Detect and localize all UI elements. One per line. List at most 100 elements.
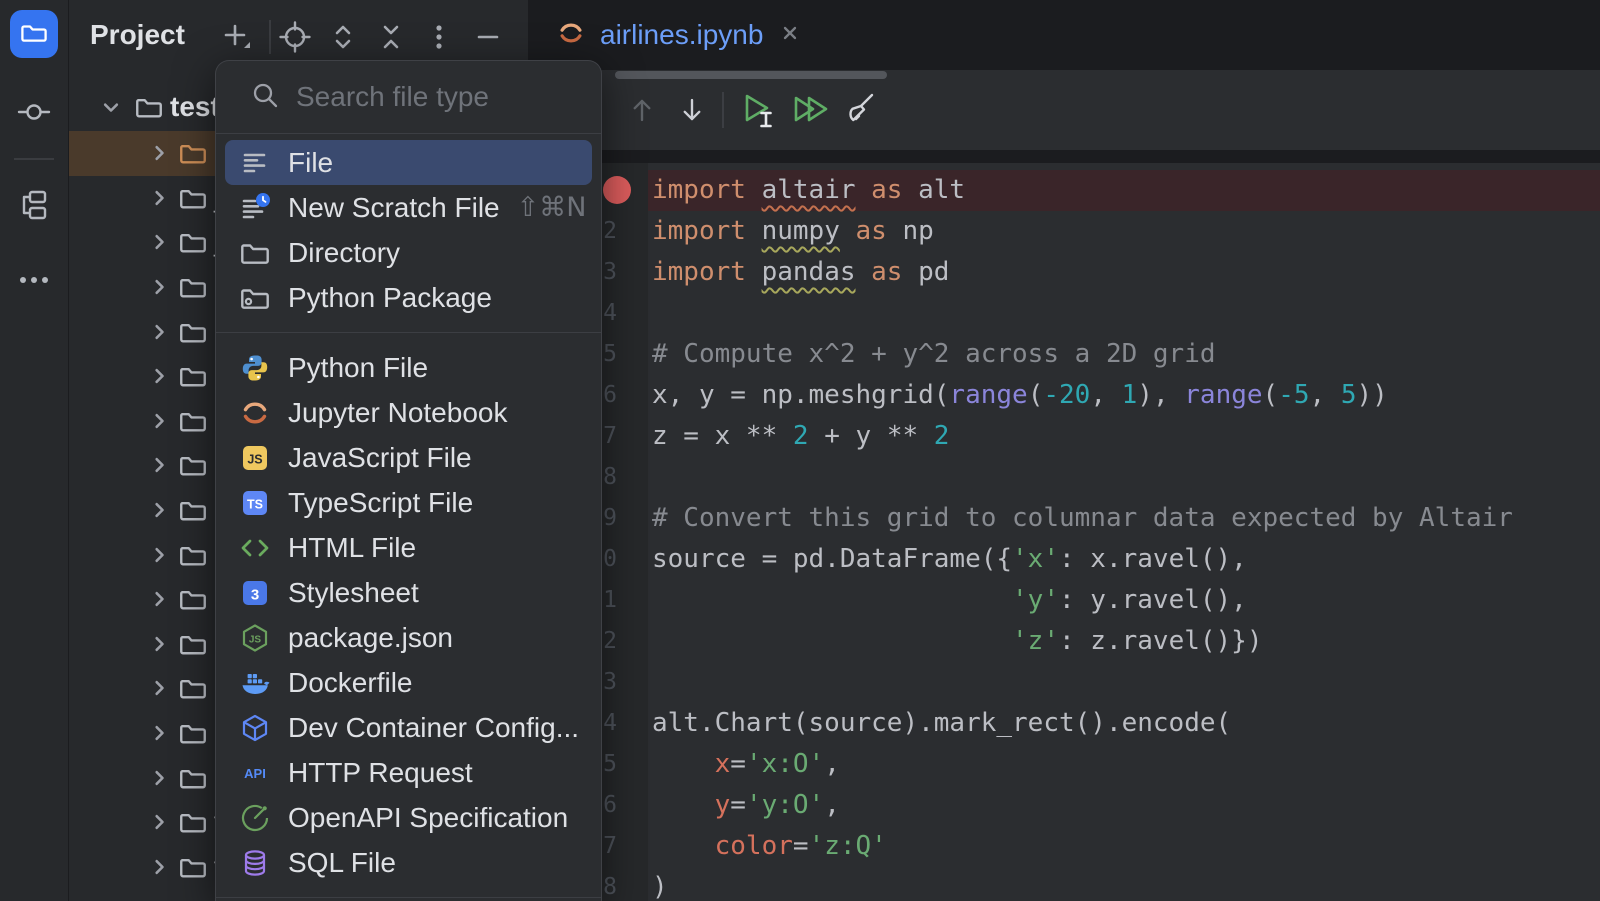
folder-icon	[178, 317, 208, 347]
code-line-14[interactable]: alt.Chart(source).mark_rect().encode(	[652, 703, 1513, 744]
chevron-right-icon[interactable]	[145, 318, 173, 346]
close-tab-icon[interactable]	[777, 20, 803, 51]
folder-icon	[178, 673, 208, 703]
chevron-right-icon[interactable]	[145, 719, 173, 747]
collapse-all-button[interactable]	[372, 18, 410, 56]
menu-item-python-package[interactable]: Python Package	[225, 275, 592, 320]
run-cell-button[interactable]	[736, 88, 780, 132]
menu-item-label: Directory	[288, 237, 400, 269]
chevron-right-icon[interactable]	[145, 184, 173, 212]
project-tool-window-button[interactable]	[10, 10, 58, 58]
folder-icon	[178, 629, 208, 659]
stylesheet-icon: 3	[239, 577, 271, 609]
menu-item-openapi-specification[interactable]: OpenAPI Specification	[225, 795, 592, 840]
menu-item-dev-container-config[interactable]: Dev Container Config...	[225, 705, 592, 750]
openapi-icon	[239, 802, 271, 834]
cell-top-divider	[528, 150, 1600, 163]
code-line-2[interactable]: import numpy as np	[652, 211, 1513, 252]
menu-item-package-json[interactable]: JSpackage.json	[225, 615, 592, 660]
code-lines[interactable]: import altair as altimport numpy as npim…	[652, 170, 1513, 901]
code-line-9[interactable]: # Convert this grid to columnar data exp…	[652, 498, 1513, 539]
clear-outputs-broom-button[interactable]	[836, 88, 880, 132]
menu-item-python-file[interactable]: Python File	[225, 345, 592, 390]
hide-panel-button[interactable]	[469, 18, 507, 56]
menu-item-stylesheet[interactable]: 3Stylesheet	[225, 570, 592, 615]
code-line-18[interactable]: )	[652, 867, 1513, 901]
notebook-code-editor[interactable]: 23456789101112131415161718 import altair…	[528, 163, 1600, 901]
menu-item-new-scratch-file[interactable]: New Scratch File⇧⌘N	[225, 185, 592, 230]
chevron-right-icon[interactable]	[145, 273, 173, 301]
chevron-down-icon[interactable]	[97, 93, 125, 121]
header-separator	[269, 20, 271, 54]
menu-divider	[216, 885, 601, 901]
code-line-3[interactable]: import pandas as pd	[652, 252, 1513, 293]
code-line-13[interactable]	[652, 662, 1513, 703]
menu-item-typescript-file[interactable]: TSTypeScript File	[225, 480, 592, 525]
code-line-5[interactable]: # Compute x^2 + y^2 across a 2D grid	[652, 334, 1513, 375]
options-kebab-button[interactable]	[420, 18, 458, 56]
folder-icon	[178, 272, 208, 302]
code-line-17[interactable]: color='z:Q'	[652, 826, 1513, 867]
code-line-6[interactable]: x, y = np.meshgrid(range(-20, 1), range(…	[652, 375, 1513, 416]
text-cursor-overlay	[762, 113, 771, 126]
chevron-right-icon[interactable]	[145, 808, 173, 836]
folder-icon	[178, 406, 208, 436]
menu-item-label: Dev Container Config...	[288, 712, 579, 744]
structure-tool-window-button[interactable]	[0, 188, 68, 227]
menu-item-http-request[interactable]: API HTTP Request	[225, 750, 592, 795]
search-icon	[250, 80, 280, 115]
horizontal-scrollbar-thumb[interactable]	[615, 71, 887, 79]
ide-window: Project	[0, 0, 1600, 901]
menu-item-html-file[interactable]: HTML File	[225, 525, 592, 570]
commit-tool-window-button[interactable]	[0, 94, 68, 135]
chevron-right-icon[interactable]	[145, 139, 173, 167]
chevron-right-icon[interactable]	[145, 362, 173, 390]
more-tool-windows-button[interactable]	[0, 262, 68, 303]
add-button[interactable]	[218, 18, 256, 56]
menu-item-file[interactable]: File	[225, 140, 592, 185]
code-line-8[interactable]	[652, 457, 1513, 498]
tree-root-label: test	[170, 91, 220, 123]
menu-item-directory[interactable]: Directory	[225, 230, 592, 275]
html-file-icon	[239, 532, 271, 564]
run-all-cells-button[interactable]	[788, 88, 832, 132]
dev-container-icon	[239, 712, 271, 744]
code-line-12[interactable]: 'z': z.ravel()})	[652, 621, 1513, 662]
menu-item-jupyter-notebook[interactable]: Jupyter Notebook	[225, 390, 592, 435]
chevron-right-icon[interactable]	[145, 541, 173, 569]
code-line-7[interactable]: z = x ** 2 + y ** 2	[652, 416, 1513, 457]
chevron-right-icon[interactable]	[145, 585, 173, 613]
code-line-15[interactable]: x='x:O',	[652, 744, 1513, 785]
move-cell-down-button[interactable]	[670, 88, 714, 132]
commit-icon	[16, 94, 52, 135]
locate-opened-file-button[interactable]	[276, 18, 314, 56]
folder-icon	[178, 718, 208, 748]
code-line-11[interactable]: 'y': y.ravel(),	[652, 580, 1513, 621]
chevron-right-icon[interactable]	[145, 228, 173, 256]
menu-item-label: Python File	[288, 352, 428, 384]
chevron-right-icon[interactable]	[145, 407, 173, 435]
code-line-16[interactable]: y='y:O',	[652, 785, 1513, 826]
menu-item-javascript-file[interactable]: JSJavaScript File	[225, 435, 592, 480]
project-panel-title: Project	[90, 19, 185, 51]
chevron-right-icon[interactable]	[145, 630, 173, 658]
move-cell-up-button[interactable]	[620, 88, 664, 132]
menu-item-label: New Scratch File	[288, 192, 500, 224]
svg-text:TS: TS	[247, 497, 263, 511]
menu-item-dockerfile[interactable]: Dockerfile	[225, 660, 592, 705]
chevron-right-icon[interactable]	[145, 674, 173, 702]
code-line-10[interactable]: source = pd.DataFrame({'x': x.ravel(),	[652, 539, 1513, 580]
chevron-right-icon[interactable]	[145, 451, 173, 479]
menu-item-label: HTTP Request	[288, 757, 473, 789]
popup-search-field[interactable]: Search file type	[216, 61, 601, 133]
chevron-right-icon[interactable]	[145, 853, 173, 881]
svg-text:API: API	[244, 766, 266, 781]
menu-item-sql-file[interactable]: SQL File	[225, 840, 592, 885]
chevron-right-icon[interactable]	[145, 496, 173, 524]
python-package-icon	[239, 282, 271, 314]
code-line-4[interactable]	[652, 293, 1513, 334]
chevron-right-icon[interactable]	[145, 764, 173, 792]
menu-item-label: HTML File	[288, 532, 416, 564]
expand-all-button[interactable]	[324, 18, 362, 56]
code-line-1[interactable]: import altair as alt	[652, 170, 1513, 211]
